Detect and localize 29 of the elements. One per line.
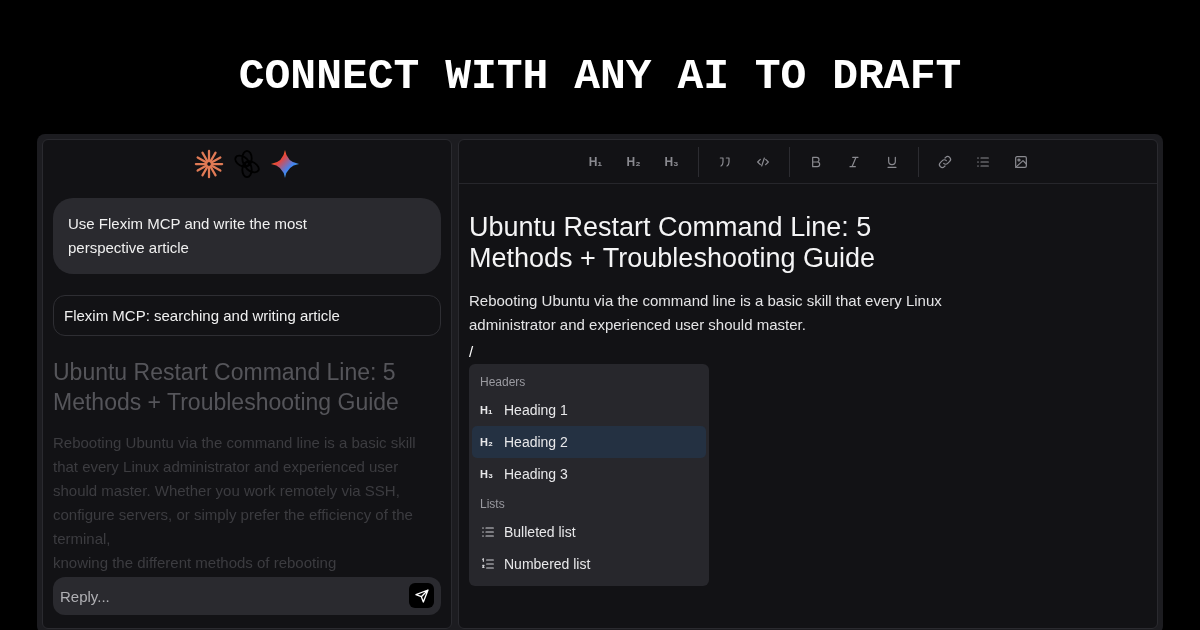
numbered-list-icon bbox=[480, 556, 496, 572]
reply-field[interactable]: Reply... bbox=[53, 577, 441, 615]
heading-icon: H₃ bbox=[480, 468, 496, 480]
user-message: Use Flexim MCP and write the most perspective article bbox=[53, 198, 441, 274]
article-paragraph: Rebooting Ubuntu via the command line is a basic skill that every Linux administrator and experienced user should master. bbox=[469, 291, 943, 335]
sparkle-icon bbox=[270, 149, 300, 179]
heading-button[interactable]: H₂ bbox=[617, 147, 650, 176]
menu-item[interactable]: H₂ Heading 2 bbox=[472, 426, 706, 458]
heading-button[interactable]: H₁ bbox=[579, 147, 612, 176]
menu-item[interactable]: H₁ Heading 1 bbox=[472, 394, 706, 426]
slash-command: / bbox=[469, 343, 474, 360]
send-button[interactable] bbox=[409, 583, 434, 608]
image-icon bbox=[1012, 153, 1029, 170]
link-icon bbox=[936, 153, 953, 170]
article-title: Ubuntu Restart Command Line: 5 Methods + Troubleshooting Guide bbox=[469, 212, 876, 274]
heading-icon: H₁ bbox=[480, 404, 496, 416]
section-label: Headers bbox=[479, 374, 527, 391]
heading-icon: H₂ bbox=[480, 436, 496, 448]
headline: CONNECT WITH ANY AI TO DRAFT bbox=[238, 52, 962, 102]
menu-item[interactable]: H₃ Heading 3 bbox=[472, 458, 706, 490]
heading-button[interactable]: H₃ bbox=[655, 147, 688, 176]
menu-item[interactable]: Numbered list bbox=[472, 548, 706, 580]
bulleted-list-icon bbox=[480, 524, 496, 540]
article-title: Ubuntu Restart Command Line: 5 Methods + Troubleshooting Guide bbox=[53, 358, 400, 417]
status-message: Flexim MCP: searching and writing article bbox=[53, 295, 441, 336]
menu-item[interactable]: Bulleted list bbox=[472, 516, 706, 548]
send-icon bbox=[413, 587, 430, 604]
starburst-icon bbox=[194, 149, 224, 179]
section-label: Lists bbox=[479, 496, 506, 513]
